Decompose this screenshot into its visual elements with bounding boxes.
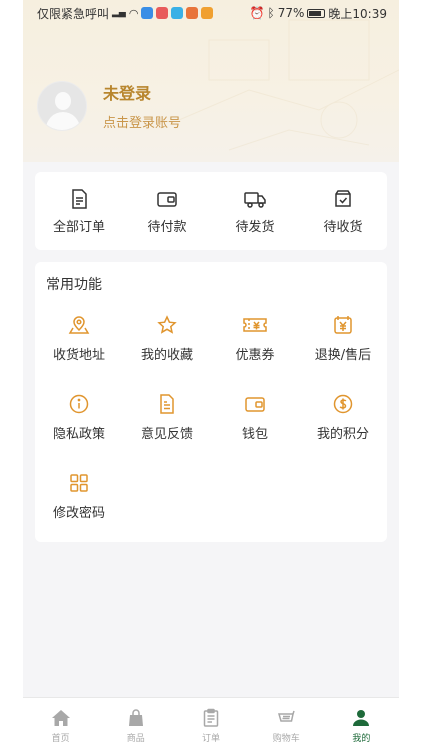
- pending-shipment-button[interactable]: 待发货: [211, 172, 299, 250]
- map-pin-icon: [68, 316, 90, 334]
- app-notification-icon: [201, 7, 214, 19]
- all-orders-button[interactable]: 全部订单: [35, 172, 123, 250]
- wallet-icon: [245, 397, 265, 412]
- points-icon: [333, 394, 353, 414]
- privacy-policy-button[interactable]: 隐私政策: [35, 383, 123, 462]
- change-password-button[interactable]: 修改密码: [35, 462, 123, 541]
- wallet-button[interactable]: 钱包: [211, 383, 299, 462]
- wallet-icon: [157, 191, 177, 207]
- tab-label: 首页: [51, 734, 70, 744]
- avatar[interactable]: [37, 80, 87, 131]
- function-label: 修改密码: [52, 506, 105, 521]
- points-button[interactable]: 我的积分: [299, 383, 387, 462]
- function-label: 隐私政策: [52, 427, 105, 442]
- feedback-button[interactable]: 意见反馈: [123, 383, 211, 462]
- wifi-icon: ◠: [128, 6, 139, 20]
- function-label: 退换/售后: [314, 348, 372, 363]
- function-label: 钱包: [241, 427, 268, 442]
- info-icon: [69, 394, 89, 414]
- phone-screen: 仅限紧急呼叫 ▂▄ ◠ ⏰ ᛒ 77% 晚上10:39 未登录 点击登录账号 全…: [23, 0, 399, 750]
- coupon-icon: [243, 318, 267, 332]
- function-label: 优惠券: [235, 348, 275, 363]
- box-check-icon: [335, 189, 351, 207]
- app-notification-icon: [186, 7, 199, 19]
- order-label: 待付款: [147, 219, 187, 235]
- pending-payment-button[interactable]: 待付款: [123, 172, 211, 250]
- function-label: 意见反馈: [140, 427, 193, 442]
- alarm-icon: ⏰: [249, 6, 265, 20]
- truck-icon: [244, 191, 266, 208]
- battery-icon: [307, 8, 326, 18]
- tab-label: 购物车: [272, 734, 300, 744]
- function-label: 我的收藏: [140, 348, 193, 363]
- favorites-button[interactable]: 我的收藏: [123, 304, 211, 383]
- status-bar: 仅限紧急呼叫 ▂▄ ◠ ⏰ ᛒ 77% 晚上10:39: [23, 0, 399, 26]
- function-label: 我的积分: [316, 427, 369, 442]
- tab-label: 订单: [202, 734, 221, 744]
- feedback-icon: [160, 394, 174, 414]
- cart-icon: [278, 710, 295, 722]
- app-notification-icon: [156, 7, 169, 19]
- star-icon: [157, 315, 177, 334]
- battery-percent: 77%: [277, 6, 305, 20]
- function-label: 收货地址: [52, 348, 105, 363]
- login-area[interactable]: 未登录 点击登录账号: [37, 80, 181, 131]
- app-notification-icon: [141, 7, 154, 19]
- grid-icon: [70, 474, 88, 492]
- carrier-text: 仅限紧急呼叫: [37, 6, 110, 21]
- tab-home[interactable]: 首页: [23, 698, 98, 750]
- login-prompt[interactable]: 点击登录账号: [103, 112, 181, 131]
- bottom-tab-bar: 首页 商品 订单 购物车 我的: [23, 697, 399, 750]
- coupon-button[interactable]: 优惠券: [211, 304, 299, 383]
- bluetooth-icon: ᛒ: [267, 6, 275, 20]
- tab-cart[interactable]: 购物车: [249, 698, 324, 750]
- tab-label: 商品: [126, 734, 145, 744]
- tab-label: 我的: [352, 734, 371, 744]
- tab-mine[interactable]: 我的: [324, 698, 399, 750]
- person-icon: [353, 710, 370, 726]
- common-functions-card: 常用功能 收货地址 我的收藏 优惠券 退换/售后 隐私政策 意见反馈 钱包 我的…: [35, 262, 387, 542]
- functions-grid: 收货地址 我的收藏 优惠券 退换/售后 隐私政策 意见反馈 钱包 我的积分 修改…: [35, 304, 387, 541]
- order-label: 全部订单: [52, 219, 105, 235]
- signal-icon: ▂▄: [112, 8, 126, 18]
- bag-icon: [128, 709, 143, 726]
- document-list-icon: [72, 188, 87, 209]
- clipboard-icon: [203, 708, 219, 727]
- pending-receipt-button[interactable]: 待收货: [299, 172, 387, 250]
- address-button[interactable]: 收货地址: [35, 304, 123, 383]
- home-icon: [51, 710, 70, 726]
- clock: 晚上10:39: [328, 6, 387, 21]
- refund-icon: [334, 316, 352, 334]
- order-label: 待收货: [323, 219, 363, 235]
- after-sales-button[interactable]: 退换/售后: [299, 304, 387, 383]
- login-status[interactable]: 未登录: [103, 80, 181, 104]
- orders-card: 全部订单 待付款 待发货 待收货: [35, 172, 387, 250]
- section-title: 常用功能: [46, 277, 102, 293]
- order-label: 待发货: [235, 219, 275, 235]
- tab-orders[interactable]: 订单: [173, 698, 248, 750]
- app-notification-icon: [171, 7, 184, 19]
- tab-products[interactable]: 商品: [98, 698, 173, 750]
